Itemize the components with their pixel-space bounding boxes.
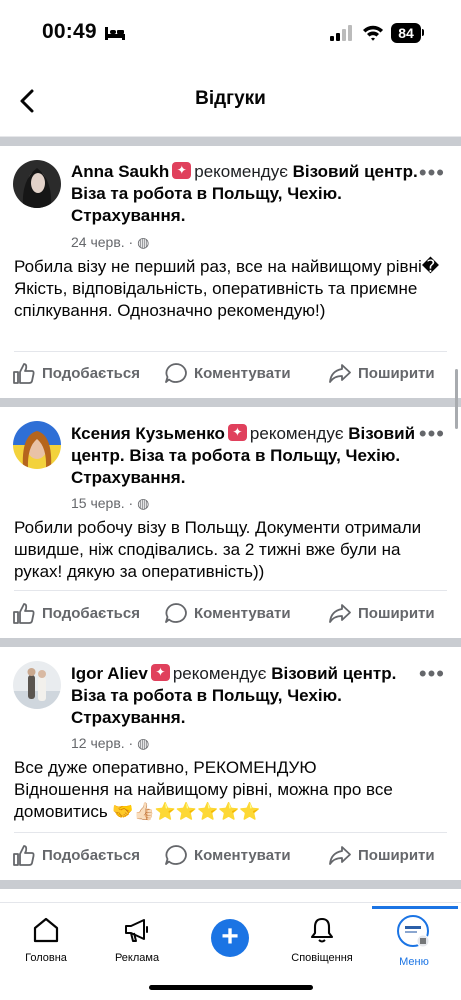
home-indicator[interactable] xyxy=(149,985,313,990)
recommends-label: рекомендує xyxy=(172,664,267,683)
tab-home-label: Головна xyxy=(25,952,67,964)
review-author[interactable]: Anna Saukh xyxy=(71,162,169,181)
review-post: Ксения Кузьменко ✦ рекомендує Візовий цент… xyxy=(0,407,461,636)
page-title: Відгуки xyxy=(195,88,266,109)
tab-menu[interactable]: Меню xyxy=(374,915,454,968)
like-label: Подобається xyxy=(42,604,140,622)
review-post: Anna Saukh ✦ рекомендує Візовий центр. Віз… xyxy=(0,146,461,393)
share-arrow-icon xyxy=(329,604,351,623)
review-text: Робила візу не перший раз, все на найвищ… xyxy=(14,257,440,320)
comment-label: Коментувати xyxy=(194,846,291,864)
recommends-label: рекомендує xyxy=(194,162,288,181)
recommends-badge-icon: ✦ xyxy=(227,424,247,441)
top-navigation-bar: Відгуки xyxy=(0,66,461,137)
tab-create[interactable]: + xyxy=(190,915,270,957)
scrollbar[interactable] xyxy=(455,369,458,429)
thumbs-up-icon xyxy=(13,603,35,624)
review-date[interactable]: 12 черв. xyxy=(71,735,125,751)
avatar[interactable] xyxy=(13,160,61,208)
active-tab-indicator xyxy=(372,906,458,909)
review-headline: Ксения Кузьменко ✦ рекомендує Візовий цент… xyxy=(71,423,421,489)
profile-avatar-icon xyxy=(397,915,430,948)
comment-label: Коментувати xyxy=(194,364,291,382)
review-author[interactable]: Igor Aliev xyxy=(71,664,148,683)
more-options-icon[interactable]: ••• xyxy=(419,162,445,184)
cellular-signal-icon xyxy=(330,25,352,41)
divider xyxy=(14,351,447,352)
wifi-icon xyxy=(363,25,383,41)
like-button[interactable]: Подобається xyxy=(12,844,140,866)
feed-separator xyxy=(0,137,461,146)
tab-notifications-label: Сповіщення xyxy=(291,952,353,964)
review-meta: 15 черв. · ◍ xyxy=(71,495,150,511)
tab-notifications[interactable]: Сповіщення xyxy=(282,915,362,964)
like-label: Подобається xyxy=(42,846,140,864)
divider xyxy=(14,832,447,833)
home-icon xyxy=(33,917,59,943)
like-label: Подобається xyxy=(42,364,140,382)
like-button[interactable]: Подобається xyxy=(12,362,140,384)
comment-icon xyxy=(165,603,187,623)
share-arrow-icon xyxy=(329,364,351,383)
comment-button[interactable]: Коментувати xyxy=(164,602,291,624)
review-date[interactable]: 15 черв. xyxy=(71,495,125,511)
share-button[interactable]: Поширити xyxy=(328,362,435,384)
review-text: Все дуже оперативно, РЕКОМЕНДУЮ Відношен… xyxy=(14,758,393,821)
globe-icon: ◍ xyxy=(137,234,150,250)
battery-indicator: 84 xyxy=(391,23,421,43)
divider xyxy=(14,590,447,591)
recommends-label: рекомендує xyxy=(249,424,344,443)
share-label: Поширити xyxy=(358,604,435,622)
comment-label: Коментувати xyxy=(194,604,291,622)
battery-cap xyxy=(422,29,424,36)
like-button[interactable]: Подобається xyxy=(12,602,140,624)
thumbs-up-icon xyxy=(13,845,35,866)
bell-icon xyxy=(310,917,334,943)
share-label: Поширити xyxy=(358,364,435,382)
recommends-badge-icon: ✦ xyxy=(172,162,192,179)
more-options-icon[interactable]: ••• xyxy=(419,663,445,685)
status-bar: 00:49 84 xyxy=(0,0,461,66)
feed-separator xyxy=(0,880,461,889)
review-post: Igor Aliev ✦ рекомендує Візовий центр. Віз… xyxy=(0,647,461,877)
tab-home[interactable]: Головна xyxy=(6,915,86,964)
recommends-badge-icon: ✦ xyxy=(150,664,170,681)
sleep-focus-icon xyxy=(105,27,125,40)
comment-icon xyxy=(165,845,187,865)
review-text: Робили робочу візу в Польщу. Документи о… xyxy=(14,518,422,581)
review-meta: 24 черв. · ◍ xyxy=(71,234,150,250)
tab-ads[interactable]: Реклама xyxy=(97,915,177,964)
share-button[interactable]: Поширити xyxy=(328,602,435,624)
review-date[interactable]: 24 черв. xyxy=(71,234,125,250)
share-label: Поширити xyxy=(358,846,435,864)
share-arrow-icon xyxy=(329,846,351,865)
share-button[interactable]: Поширити xyxy=(328,844,435,866)
status-time: 00:49 xyxy=(42,20,97,43)
comment-button[interactable]: Коментувати xyxy=(164,362,291,384)
megaphone-icon xyxy=(125,919,148,942)
more-options-icon[interactable]: ••• xyxy=(419,423,445,445)
thumbs-up-icon xyxy=(13,363,35,384)
avatar[interactable] xyxy=(13,421,61,469)
globe-icon: ◍ xyxy=(137,735,150,751)
globe-icon: ◍ xyxy=(137,495,150,511)
tab-menu-label: Меню xyxy=(399,956,429,968)
review-meta: 12 черв. · ◍ xyxy=(71,735,150,751)
review-headline: Anna Saukh ✦ рекомендує Візовий центр. Віз… xyxy=(71,161,421,227)
avatar[interactable] xyxy=(13,661,61,709)
feed-separator xyxy=(0,398,461,407)
tab-ads-label: Реклама xyxy=(114,952,160,964)
comment-icon xyxy=(165,363,187,383)
comment-button[interactable]: Коментувати xyxy=(164,844,291,866)
plus-icon: + xyxy=(211,919,249,957)
review-author[interactable]: Ксения Кузьменко xyxy=(71,424,225,443)
review-headline: Igor Aliev ✦ рекомендує Візовий центр. Віз… xyxy=(71,663,421,729)
feed-separator xyxy=(0,638,461,647)
